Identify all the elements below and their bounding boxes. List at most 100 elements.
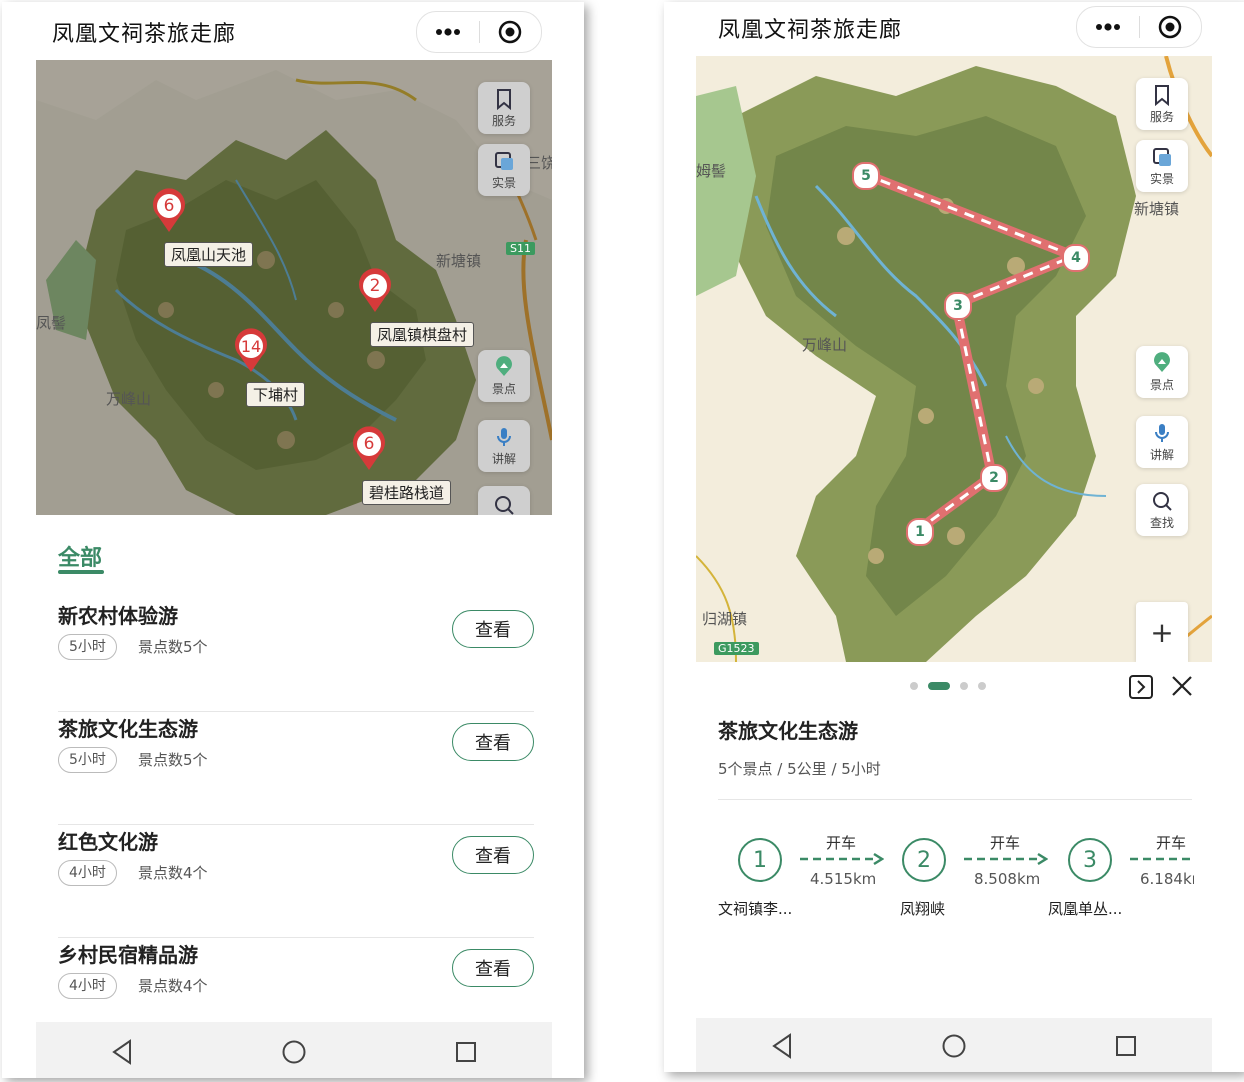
map-dim-overlay — [36, 60, 552, 515]
expand-icon[interactable] — [1128, 674, 1154, 700]
back-icon[interactable] — [770, 1033, 794, 1059]
carousel-dot[interactable] — [960, 682, 968, 690]
leg-distance-clip: 6.184km — [1140, 870, 1194, 888]
route-node[interactable]: 5 — [852, 162, 880, 190]
stop-number[interactable]: 3 — [1068, 838, 1112, 882]
more-dots-icon — [435, 28, 460, 36]
route-detail-meta: 5个景点 / 5公里 / 5小时 — [718, 760, 881, 778]
more-button[interactable] — [417, 12, 479, 52]
title-bar: 凤凰文祠茶旅走廊 — [664, 2, 1244, 58]
scenic-map[interactable]: 新塘镇 万峰山 三饶 凤髻 S11 6 凤凰山天池 2 凤凰镇棋盘村 14 下埔… — [36, 60, 552, 515]
scenic-spot-button[interactable]: 景点 — [478, 350, 530, 402]
route-item[interactable]: 红色文化游 4小时 景点数4个 查看 — [58, 826, 534, 938]
pin-label[interactable]: 凤凰山天池 — [164, 242, 254, 267]
pin-label[interactable]: 下埔村 — [246, 382, 306, 407]
tab-underline — [58, 570, 104, 574]
route-title: 乡村民宿精品游 — [58, 943, 198, 967]
divider — [718, 799, 1192, 800]
bookmark-icon — [1155, 84, 1169, 106]
bookmark-icon — [497, 88, 511, 110]
home-icon[interactable] — [281, 1039, 307, 1065]
more-button[interactable] — [1077, 7, 1139, 47]
service-button[interactable]: 服务 — [1136, 78, 1188, 130]
duration-tag: 5小时 — [58, 747, 117, 773]
pin-count: 6 — [363, 434, 375, 454]
live-view-button[interactable]: 实景 — [1136, 140, 1188, 192]
pin-count: 2 — [369, 276, 381, 296]
place-muji: 姆髻 — [696, 162, 727, 180]
route-item[interactable]: 茶旅文化生态游 5小时 景点数5个 查看 — [58, 713, 534, 825]
zoom-in-button[interactable]: + — [1136, 602, 1188, 662]
close-program-button[interactable] — [480, 12, 542, 52]
view-route-button[interactable]: 查看 — [452, 610, 534, 648]
target-icon — [1159, 15, 1182, 39]
close-program-button[interactable] — [1140, 7, 1202, 47]
place-fengji: 凤髻 — [36, 314, 67, 332]
place-wanfeng: 万峰山 — [802, 336, 848, 354]
leg-distance: 8.508km — [974, 870, 1041, 888]
service-button[interactable]: 服务 — [478, 82, 530, 134]
find-button[interactable]: 查找 — [1136, 484, 1188, 536]
dashed-line — [1130, 857, 1192, 861]
app-title: 凤凰文祠茶旅走廊 — [718, 18, 903, 43]
route-detail-title: 茶旅文化生态游 — [718, 719, 858, 743]
spot-count: 景点数5个 — [138, 751, 208, 769]
target-icon — [499, 20, 522, 44]
map-background — [696, 56, 1212, 662]
spot-count: 景点数5个 — [138, 638, 208, 656]
place-xintang: 新塘镇 — [1134, 200, 1180, 218]
pin-label[interactable]: 凤凰镇棋盘村 — [370, 322, 475, 347]
carousel-dot[interactable] — [978, 682, 986, 690]
audio-guide-button[interactable]: 讲解 — [478, 420, 530, 472]
carousel-dot[interactable] — [910, 682, 918, 690]
live-view-button[interactable]: 实景 — [478, 144, 530, 196]
leg-distance: 4.515km — [810, 870, 877, 888]
tab-all[interactable]: 全部 — [58, 540, 102, 572]
stop-name[interactable]: 文祠镇李... — [718, 898, 792, 919]
duration-tag: 4小时 — [58, 973, 117, 999]
phone-right-route-detail: 凤凰文祠茶旅走廊 5 4 3 2 1 新塘镇 万峰山 姆髻 归湖镇 G1523 … — [664, 2, 1244, 1072]
mini-program-capsule — [1076, 6, 1202, 48]
route-item[interactable]: 新农村体验游 5小时 景点数5个 查看 — [58, 600, 534, 712]
spot-count: 景点数4个 — [138, 864, 208, 882]
view-route-button[interactable]: 查看 — [452, 949, 534, 987]
route-node[interactable]: 4 — [1062, 244, 1090, 272]
pin-count: 14 — [240, 337, 262, 356]
title-bar: 凤凰文祠茶旅走廊 — [2, 2, 584, 58]
stop-name[interactable]: 凤翔峡 — [900, 898, 945, 919]
road-badge-s11: S11 — [506, 242, 535, 255]
view-route-button[interactable]: 查看 — [452, 836, 534, 874]
more-dots-icon — [1095, 23, 1120, 31]
phone-left-route-list: 凤凰文祠茶旅走廊 新塘镇 万峰山 三饶 凤髻 S11 6 凤凰山天池 2 凤凰镇… — [2, 2, 584, 1078]
back-icon[interactable] — [110, 1039, 134, 1065]
view-route-button[interactable]: 查看 — [452, 723, 534, 761]
route-title: 新农村体验游 — [58, 604, 178, 628]
place-xintang: 新塘镇 — [436, 252, 482, 270]
scenic-spot-button[interactable]: 景点 — [1136, 346, 1188, 398]
mini-program-capsule — [416, 11, 542, 53]
microphone-icon — [1155, 423, 1169, 442]
leg-mode: 开车 — [826, 834, 857, 852]
live-view-icon — [1153, 147, 1171, 166]
search-button[interactable] — [478, 486, 530, 515]
recents-icon[interactable] — [1114, 1034, 1138, 1058]
route-item[interactable]: 乡村民宿精品游 4小时 景点数4个 查看 — [58, 939, 534, 1009]
audio-guide-button[interactable]: 讲解 — [1136, 416, 1188, 468]
carousel-dots — [910, 682, 986, 690]
location-icon — [496, 355, 512, 376]
stop-number[interactable]: 1 — [738, 838, 782, 882]
route-node[interactable]: 3 — [944, 292, 972, 320]
pin-label[interactable]: 碧桂路栈道 — [362, 480, 452, 505]
route-node[interactable]: 1 — [906, 518, 934, 546]
route-map[interactable]: 5 4 3 2 1 新塘镇 万峰山 姆髻 归湖镇 G1523 服务 实景 景点 … — [696, 56, 1212, 662]
recents-icon[interactable] — [454, 1040, 478, 1064]
route-title: 红色文化游 — [58, 830, 158, 854]
home-icon[interactable] — [941, 1033, 967, 1059]
search-icon — [495, 496, 514, 515]
route-node[interactable]: 2 — [980, 464, 1008, 492]
carousel-dot-active[interactable] — [928, 682, 950, 690]
stop-number[interactable]: 2 — [902, 838, 946, 882]
close-icon[interactable] — [1170, 674, 1194, 698]
divider — [58, 711, 534, 712]
stop-name[interactable]: 凤凰单丛... — [1048, 898, 1122, 919]
